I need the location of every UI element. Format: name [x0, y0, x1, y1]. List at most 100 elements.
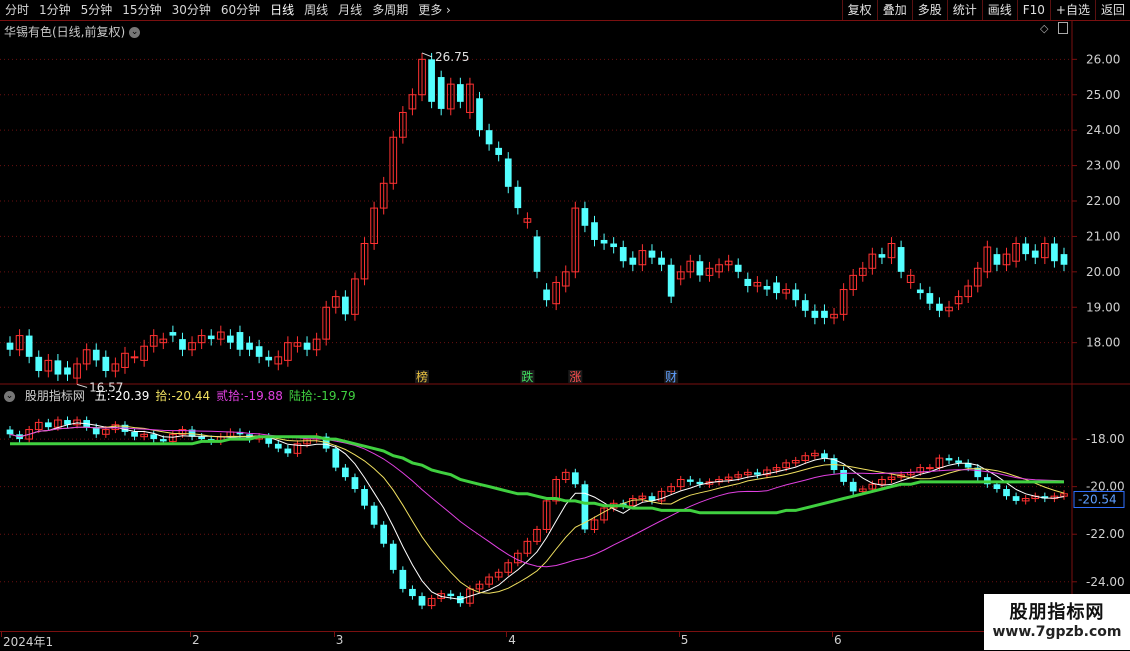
candle-body	[476, 98, 483, 131]
candle-body	[600, 239, 608, 244]
candle-body	[25, 335, 33, 357]
candle-body	[734, 264, 742, 272]
candle-body	[926, 293, 934, 304]
indicator-bar	[361, 489, 368, 506]
indicator-bar	[955, 460, 962, 463]
timeframe-3[interactable]: 15分钟	[117, 0, 166, 20]
high-label: 26.75	[435, 50, 469, 64]
timeframe-10[interactable]: 更多 ›	[413, 0, 456, 20]
y-tick-label: 19.00	[1086, 300, 1120, 314]
indicator-bar	[849, 481, 857, 492]
candle-body	[246, 342, 253, 350]
high-pointer	[421, 52, 433, 58]
indicator-bar	[380, 524, 388, 544]
indicator-bar	[1012, 496, 1020, 501]
candle-body	[485, 130, 493, 145]
indicator-bar	[332, 448, 340, 468]
indicator-bar	[284, 448, 292, 454]
candle-body	[236, 332, 244, 350]
current-value: -20.54	[1078, 492, 1117, 506]
candle-body	[696, 261, 704, 276]
candle-body	[504, 158, 512, 187]
watermark-url: www.7gpzb.com	[992, 624, 1122, 640]
candle-body	[811, 310, 819, 318]
candle-body	[303, 342, 311, 350]
tool-button-3[interactable]: 统计	[946, 0, 982, 20]
indicator-tick-label: -22.00	[1086, 527, 1125, 541]
timeframe-0[interactable]: 分时	[0, 0, 34, 20]
candle-body	[6, 342, 14, 350]
indicator-bar	[418, 596, 426, 606]
indicator-bar	[409, 588, 416, 597]
indicator-bar	[399, 569, 407, 589]
candle-body	[993, 254, 1001, 265]
y-tick-label: 25.00	[1086, 88, 1120, 102]
date-label-4: 5	[680, 633, 689, 647]
candle-body	[897, 247, 905, 272]
timeframe-1[interactable]: 1分钟	[34, 0, 76, 20]
date-tick	[190, 632, 192, 637]
indicator-bar	[840, 469, 847, 482]
candle-body	[792, 289, 800, 301]
candle-body	[54, 360, 62, 375]
indicator-bar	[159, 439, 167, 442]
timeframe-6[interactable]: 日线	[265, 0, 299, 20]
tool-button-1[interactable]: 叠加	[876, 0, 912, 20]
date-label-2: 3	[335, 633, 344, 647]
indicator-bar	[370, 505, 378, 525]
tool-button-7[interactable]: 返回	[1094, 0, 1130, 20]
candle-body	[1060, 254, 1068, 265]
date-tick	[678, 632, 680, 637]
timeframe-9[interactable]: 多周期	[367, 0, 413, 20]
watermark-title: 股朋指标网	[1009, 602, 1105, 623]
y-tick-label: 24.00	[1086, 123, 1120, 137]
y-tick-label: 21.00	[1086, 229, 1120, 243]
candle-body	[130, 356, 139, 359]
candle-body	[102, 356, 110, 371]
indicator-bar	[754, 472, 761, 475]
candle-body	[936, 303, 943, 311]
candle-body	[773, 282, 780, 294]
indicator-bar	[945, 458, 953, 461]
timeframe-5[interactable]: 60分钟	[216, 0, 265, 20]
timeframe-7[interactable]: 周线	[299, 0, 333, 20]
indicator-bar	[571, 472, 579, 485]
indicator-bar	[44, 422, 52, 428]
candle-body	[763, 286, 771, 290]
event-marker: 涨	[569, 369, 581, 384]
tool-button-0[interactable]: 复权	[841, 0, 877, 20]
candle-body	[878, 254, 886, 258]
timeframe-2[interactable]: 5分钟	[76, 0, 118, 20]
tool-button-2[interactable]: 多股	[911, 0, 947, 20]
indicator-tick-label: -18.00	[1086, 432, 1125, 446]
ma5-line	[9, 422, 1065, 600]
indicator-bar	[150, 434, 158, 440]
candle-body	[658, 257, 665, 265]
chart-area[interactable]: 26.00 25.00 24.00 23.00 22.00 21.00 20.00 19.00…	[0, 21, 1130, 631]
indicator-bar	[274, 443, 282, 449]
candle-body	[610, 243, 618, 248]
tool-button-6[interactable]: +自选	[1049, 0, 1095, 20]
timeframe-4[interactable]: 30分钟	[167, 0, 216, 20]
event-marker: 榜	[416, 369, 428, 384]
indicator-bar	[993, 484, 1001, 490]
tool-button-5[interactable]: F10	[1016, 0, 1050, 20]
candle-body	[437, 77, 445, 109]
candle-body	[342, 296, 349, 315]
candle-body	[916, 289, 924, 294]
event-marker: 跌	[521, 369, 533, 384]
low-pointer	[76, 383, 88, 388]
candle-body	[591, 222, 598, 240]
candle-body	[581, 208, 589, 226]
candle-body	[255, 346, 263, 357]
candle-body	[514, 186, 522, 209]
candle-body	[744, 278, 752, 286]
candle-body	[227, 335, 234, 343]
candle-body	[1022, 243, 1030, 255]
chart-svg[interactable]: 26.00 25.00 24.00 23.00 22.00 21.00 20.00 19.00…	[0, 21, 1130, 631]
indicator-bar	[686, 479, 694, 482]
timeframe-8[interactable]: 月线	[333, 0, 367, 20]
tool-button-4[interactable]: 画线	[981, 0, 1017, 20]
candle-body	[667, 264, 675, 297]
date-label-1: 2	[192, 633, 200, 647]
